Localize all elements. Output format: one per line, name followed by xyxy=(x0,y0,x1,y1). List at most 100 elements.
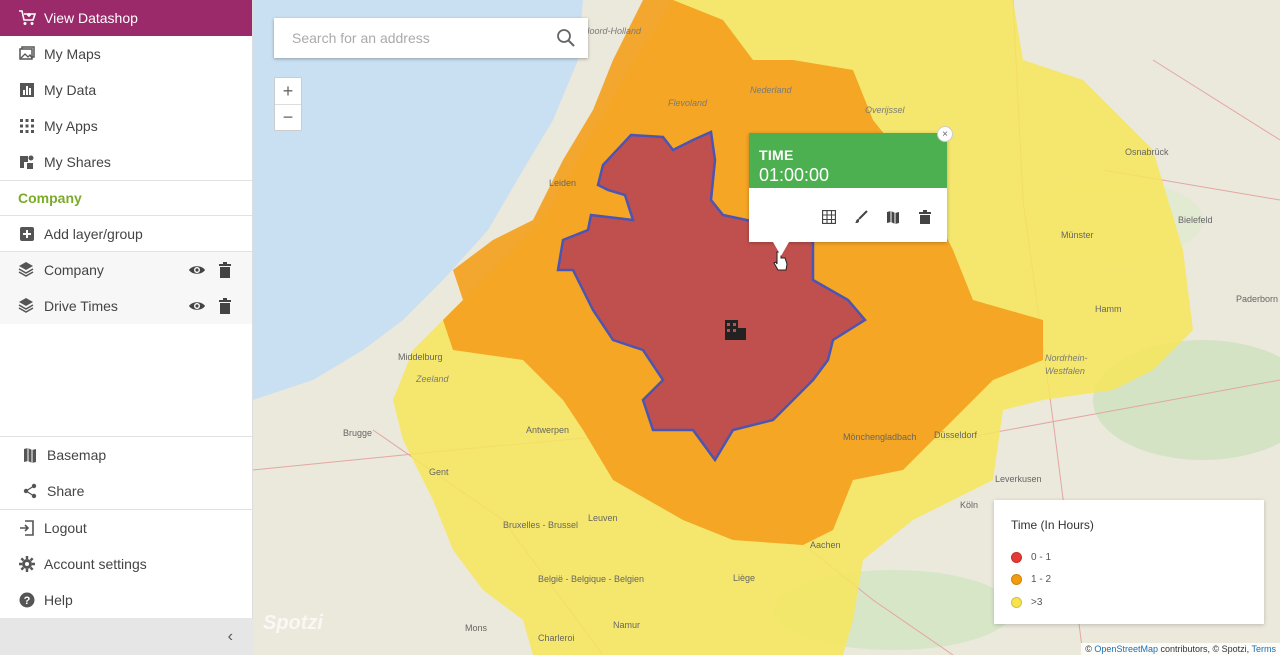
popup-close-button[interactable]: × xyxy=(937,126,953,142)
address-search xyxy=(274,18,588,58)
map-label: Düsseldorf xyxy=(934,430,978,440)
nav-label: My Apps xyxy=(44,118,98,134)
logout-button[interactable]: Logout xyxy=(0,510,253,546)
legend-swatch xyxy=(1011,574,1022,586)
map-label: Flevoland xyxy=(668,98,708,108)
legend-title: Time (In Hours) xyxy=(1011,518,1094,532)
nav-my-maps[interactable]: My Maps xyxy=(0,36,252,72)
map-icon[interactable] xyxy=(885,209,901,225)
logout-icon xyxy=(18,519,36,537)
map-attribution: © OpenStreetMap contributors, © Spotzi, … xyxy=(1081,643,1280,655)
add-layer-button[interactable]: Add layer/group xyxy=(0,216,252,252)
map-label: Zeeland xyxy=(416,374,449,384)
layers-icon xyxy=(18,261,36,279)
add-layer-label: Add layer/group xyxy=(44,225,143,242)
map-label: Liège xyxy=(733,573,756,583)
nav-label: My Data xyxy=(44,82,97,98)
zoom-out-button[interactable]: − xyxy=(275,104,301,130)
cart-icon xyxy=(18,9,36,27)
map-label: Leverkusen xyxy=(995,474,1042,484)
search-input[interactable] xyxy=(292,30,542,46)
zoom-in-button[interactable]: + xyxy=(275,78,301,104)
account-settings-label: Account settings xyxy=(44,556,147,572)
layer-label: Company xyxy=(44,262,104,278)
map-label: Gent xyxy=(429,467,449,477)
layer-drive-times[interactable]: Drive Times xyxy=(0,288,252,324)
zoom-control: + − xyxy=(274,77,302,131)
legend-item: 1 - 2 xyxy=(1011,569,1264,592)
nav-label: My Maps xyxy=(44,46,101,62)
map-canvas[interactable]: Noord-Holland Flevoland Nederland Overij… xyxy=(253,0,1280,655)
share-label: Share xyxy=(47,483,85,499)
legend-swatch xyxy=(1011,596,1022,608)
gear-icon xyxy=(18,555,36,573)
help-label: Help xyxy=(44,592,73,608)
nav-my-shares[interactable]: My Shares xyxy=(0,144,252,180)
feature-popup: TIME 01:00:00 × xyxy=(749,126,953,256)
image-icon xyxy=(18,45,36,63)
map-label: Aachen xyxy=(810,540,841,550)
map-label: Nordrhein-Westfalen xyxy=(1045,353,1088,376)
map-label: Paderborn xyxy=(1236,294,1279,304)
visibility-eye-icon[interactable] xyxy=(188,297,206,315)
chevron-left-icon: ‹ xyxy=(227,627,233,645)
map-label: Overijssel xyxy=(865,105,905,115)
delete-trash-icon[interactable] xyxy=(216,261,234,279)
sidebar: View Datashop My Maps My Data My Apps My… xyxy=(0,0,253,655)
share-button[interactable]: Share xyxy=(0,473,253,509)
grid-icon xyxy=(18,117,36,135)
popup-header: TIME 01:00:00 xyxy=(749,133,947,188)
legend-swatch xyxy=(1011,551,1022,563)
section-title: Company xyxy=(0,180,252,216)
datashop-label: View Datashop xyxy=(44,10,138,26)
map-tools-group: Basemap Share xyxy=(0,436,253,509)
layers-icon xyxy=(18,297,36,315)
map-label: Antwerpen xyxy=(526,425,570,435)
search-icon[interactable] xyxy=(556,28,576,48)
map-label: Bielefeld xyxy=(1178,215,1213,225)
map-label: Osnabrück xyxy=(1125,147,1169,157)
map-label: Namur xyxy=(613,620,641,630)
nav-my-apps[interactable]: My Apps xyxy=(0,108,252,144)
map-label: Köln xyxy=(960,500,979,510)
map-label: Charleroi xyxy=(538,633,575,643)
layer-label: Drive Times xyxy=(44,298,118,314)
svg-text:?: ? xyxy=(24,595,31,607)
spotzi-watermark: Spotzi xyxy=(263,612,323,634)
map-label: Leuven xyxy=(588,513,618,523)
visibility-eye-icon[interactable] xyxy=(188,261,206,279)
collapse-sidebar-button[interactable]: ‹ xyxy=(0,618,253,655)
account-settings-button[interactable]: Account settings xyxy=(0,546,253,582)
nav-my-data[interactable]: My Data xyxy=(0,72,252,108)
map-label: Bruxelles - Brussel xyxy=(503,520,579,530)
legend-item: 0 - 1 xyxy=(1011,546,1264,569)
map-label: Noord-Holland xyxy=(583,26,642,36)
map-icon xyxy=(21,446,39,464)
delete-trash-icon[interactable] xyxy=(917,209,933,225)
delete-trash-icon[interactable] xyxy=(216,297,234,315)
legend-label: 0 - 1 xyxy=(1031,551,1052,563)
edit-brush-icon[interactable] xyxy=(853,209,869,225)
terms-link[interactable]: Terms xyxy=(1252,644,1277,654)
map-label: Leiden xyxy=(549,178,577,188)
popup-value: 01:00:00 xyxy=(759,165,830,185)
legend-item: >3 xyxy=(1011,591,1264,614)
table-icon[interactable] xyxy=(821,209,837,225)
map-label: Middelburg xyxy=(398,352,443,362)
help-button[interactable]: ? Help xyxy=(0,582,253,618)
add-icon xyxy=(18,225,36,243)
basemap-label: Basemap xyxy=(47,447,107,463)
share-icon xyxy=(21,482,39,500)
basemap-button[interactable]: Basemap xyxy=(0,437,253,473)
popup-title: TIME xyxy=(759,147,794,163)
share-folder-icon xyxy=(18,153,36,171)
attribution-prefix: © xyxy=(1085,644,1092,654)
legend-label: 1 - 2 xyxy=(1031,574,1052,586)
logout-label: Logout xyxy=(44,520,87,536)
nav-label: My Shares xyxy=(44,154,111,170)
osm-link[interactable]: OpenStreetMap xyxy=(1094,644,1158,654)
view-datashop-button[interactable]: View Datashop xyxy=(0,0,252,36)
help-icon: ? xyxy=(18,591,36,609)
layer-company[interactable]: Company xyxy=(0,252,252,288)
map-label: Mönchengladbach xyxy=(843,432,917,442)
